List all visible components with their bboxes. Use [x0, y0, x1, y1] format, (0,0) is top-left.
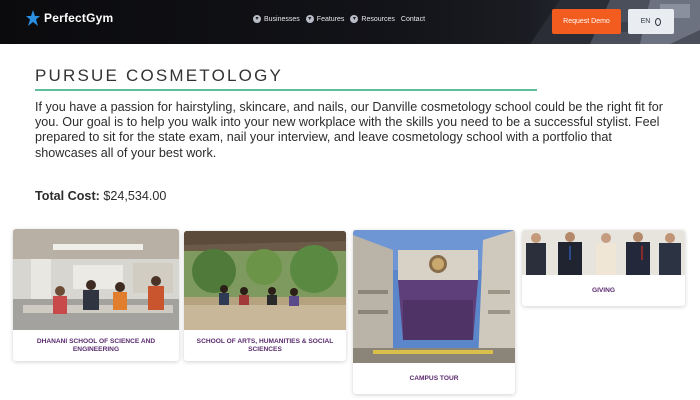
brand-logo[interactable]: PerfectGym [26, 10, 113, 26]
chevron-down-icon: ▾ [253, 15, 261, 23]
campus-photo [353, 230, 515, 363]
nav-label: Features [316, 15, 345, 23]
nav-item-resources[interactable]: ▾ Resources [350, 15, 395, 23]
card-giving[interactable]: GIVING [522, 230, 685, 306]
main-nav: ▾ Businesses ▾ Features ▾ Resources Cont… [253, 15, 425, 23]
nav-item-features[interactable]: ▾ Features [305, 15, 345, 23]
total-cost: Total Cost: $24,534.00 [35, 189, 166, 203]
page-title: PURSUE COSMETOLOGY [35, 66, 284, 85]
nav-item-contact[interactable]: Contact [401, 16, 425, 23]
cost-value: $24,534.00 [103, 189, 167, 203]
globe-icon [655, 17, 662, 26]
card-science-engineering[interactable]: DHANANI SCHOOL OF SCIENCE AND ENGINEERIN… [13, 229, 179, 361]
card-label: CAMPUS TOUR [409, 374, 459, 382]
card-arts-humanities[interactable]: SCHOOL OF ARTS, HUMANITIES & SOCIAL SCIE… [184, 231, 346, 361]
card-label: GIVING [591, 286, 616, 294]
arts-photo [184, 231, 346, 330]
request-demo-button[interactable]: Request Demo [552, 9, 621, 34]
brand-name: PerfectGym [44, 11, 114, 25]
nav-item-businesses[interactable]: ▾ Businesses [253, 15, 300, 23]
intro-paragraph: If you have a passion for hairstyling, s… [35, 100, 663, 160]
nav-label: Contact [400, 15, 426, 23]
cost-label: Total Cost: [35, 189, 100, 203]
top-navbar: PerfectGym ▾ Businesses ▾ Features ▾ Res… [0, 0, 700, 44]
chevron-down-icon: ▾ [350, 15, 359, 23]
chevron-down-icon: ▾ [305, 15, 314, 23]
language-label: EN [640, 18, 651, 25]
language-selector[interactable]: EN [628, 9, 674, 34]
card-label: DHANANI SCHOOL OF SCIENCE AND ENGINEERIN… [36, 337, 156, 353]
nav-label: Businesses [264, 15, 300, 23]
lab-photo [13, 229, 179, 330]
nav-label: Resources [361, 15, 395, 23]
card-label: SCHOOL OF ARTS, HUMANITIES & SOCIAL SCIE… [196, 337, 334, 353]
title-underline [35, 89, 537, 91]
logo-star-icon [26, 10, 40, 26]
card-campus-tour[interactable]: CAMPUS TOUR [353, 230, 515, 394]
giving-photo [522, 230, 685, 275]
